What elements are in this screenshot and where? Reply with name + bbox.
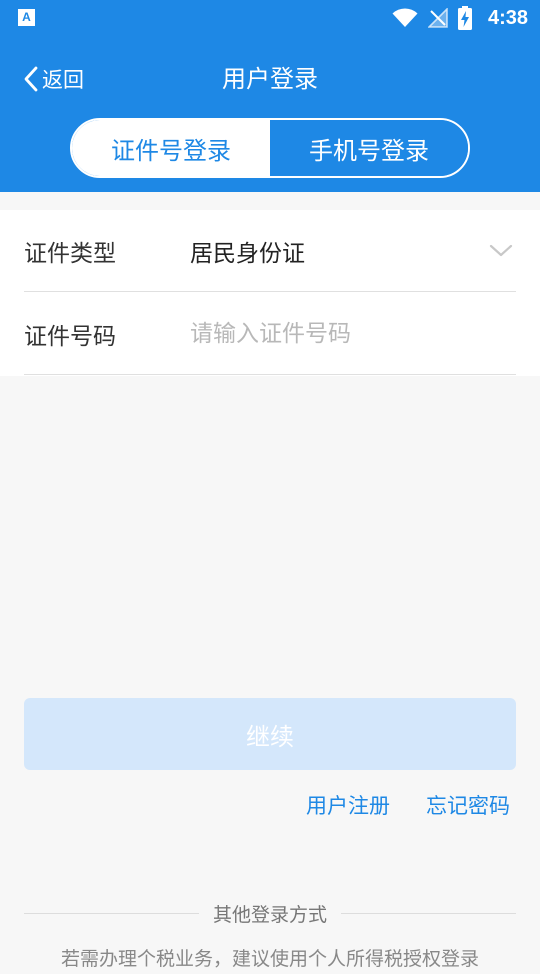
tab-phone-login[interactable]: 手机号登录 [270, 120, 468, 176]
no-signal-icon [427, 8, 448, 28]
status-icons: 4:38 [392, 5, 528, 31]
tab-id-login[interactable]: 证件号登录 [72, 120, 270, 176]
divider-line-left [24, 912, 199, 914]
id-type-label: 证件类型 [24, 240, 116, 267]
id-type-row[interactable]: 证件类型 居民身份证 [24, 210, 516, 292]
other-login-divider: 其他登录方式 [24, 898, 517, 928]
id-number-input[interactable] [190, 320, 516, 347]
wifi-icon [392, 8, 418, 27]
tax-login-note: 若需办理个税业务，建议使用个人所得税授权登录 [60, 948, 479, 970]
id-number-label: 证件号码 [24, 323, 116, 350]
divider-line-right [341, 912, 517, 914]
forgot-password-link[interactable]: 忘记密码 [426, 790, 510, 822]
id-number-row: 证件号码 [24, 293, 516, 375]
app-header: A 4:38 返回 用户登录 证件号登录 手机号登录 [0, 0, 540, 192]
battery-charging-icon [457, 6, 472, 30]
page-title: 用户登录 [222, 65, 318, 93]
id-type-value[interactable]: 居民身份证 [190, 234, 486, 268]
status-time: 4:38 [487, 6, 528, 29]
chevron-down-icon[interactable] [486, 236, 516, 266]
continue-button[interactable]: 继续 [24, 698, 516, 770]
register-link[interactable]: 用户注册 [306, 790, 390, 822]
other-login-label: 其他登录方式 [213, 903, 328, 926]
login-type-tabs: 证件号登录 手机号登录 [70, 118, 470, 178]
login-form: 证件类型 居民身份证 证件号码 [0, 210, 540, 376]
status-bar: A 4:38 [0, 0, 540, 36]
app-notification-icon: A [18, 9, 35, 26]
